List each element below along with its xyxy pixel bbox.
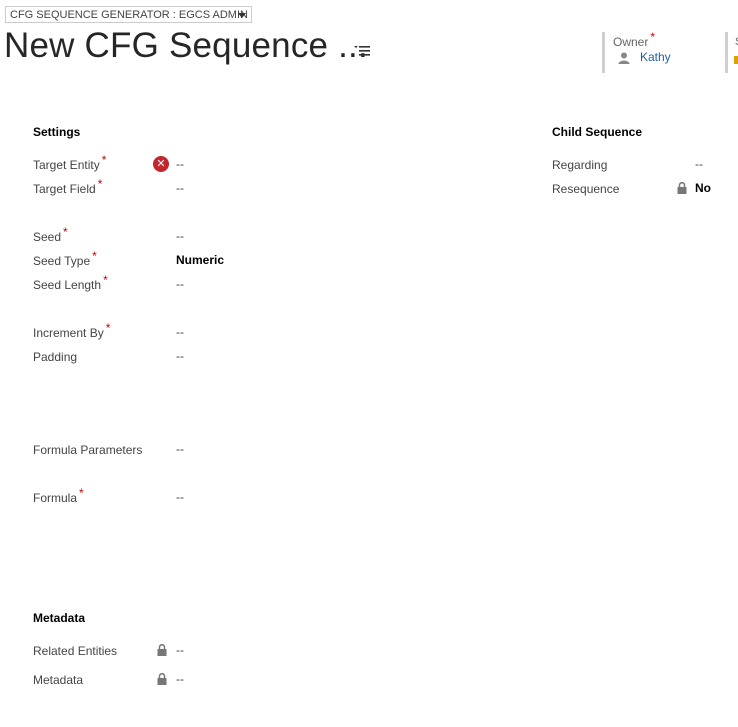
field-label-regarding: Regarding [552,158,608,172]
field-label-formula-parameters: Formula Parameters [33,443,143,457]
chevron-down-icon [238,13,246,18]
field-label-seed-length: Seed Length * [33,273,108,292]
page-title: New CFG Sequence ... [4,26,368,65]
field-label-related-entities: Related Entities [33,644,118,658]
field-value-formula[interactable]: -- [176,490,184,504]
field-label-seed-type: Seed Type * [33,249,97,268]
lock-icon [677,181,687,194]
field-label-metadata: Metadata [33,673,84,687]
field-value-metadata: -- [176,672,184,686]
field-value-seed-length[interactable]: -- [176,277,184,291]
field-value-seed-type[interactable]: Numeric [176,253,224,267]
field-label-resequence: Resequence [552,182,620,196]
field-label-padding: Padding [33,350,78,364]
field-value-seed[interactable]: -- [176,229,184,243]
owner-link[interactable]: Kathy [640,50,671,64]
field-value-padding[interactable]: -- [176,349,184,363]
form-menu-icon[interactable] [352,42,372,58]
field-value-resequence: No [695,181,711,195]
section-title-settings: Settings [33,125,81,139]
form-selector-label: CFG SEQUENCE GENERATOR : EGCS ADMIN [10,9,248,21]
owner-label: Owner * [613,30,656,49]
field-label-target-entity: Target Entity * [33,153,107,172]
field-label-seed: Seed * [33,225,68,244]
header-divider [602,32,605,73]
section-title-metadata: Metadata [33,611,86,625]
field-label-formula: Formula * [33,486,84,505]
field-value-formula-parameters[interactable]: -- [176,442,184,456]
field-label-increment-by: Increment By * [33,321,111,340]
field-value-target-field[interactable]: -- [176,181,184,195]
error-icon: ✕ [153,156,169,172]
header-divider [725,32,728,73]
field-value-regarding[interactable]: -- [695,157,703,171]
field-label-target-field: Target Field * [33,177,103,196]
user-icon [618,51,630,69]
field-value-increment-by[interactable]: -- [176,325,184,339]
field-value-related-entities: -- [176,643,184,657]
lock-icon [157,672,167,685]
section-title-child-sequence: Child Sequence [552,125,643,139]
lock-icon [157,643,167,656]
field-value-target-entity[interactable]: -- [176,157,184,171]
form-selector-dropdown[interactable]: CFG SEQUENCE GENERATOR : EGCS ADMIN [5,6,252,23]
clipped-header-field-value [734,56,738,64]
